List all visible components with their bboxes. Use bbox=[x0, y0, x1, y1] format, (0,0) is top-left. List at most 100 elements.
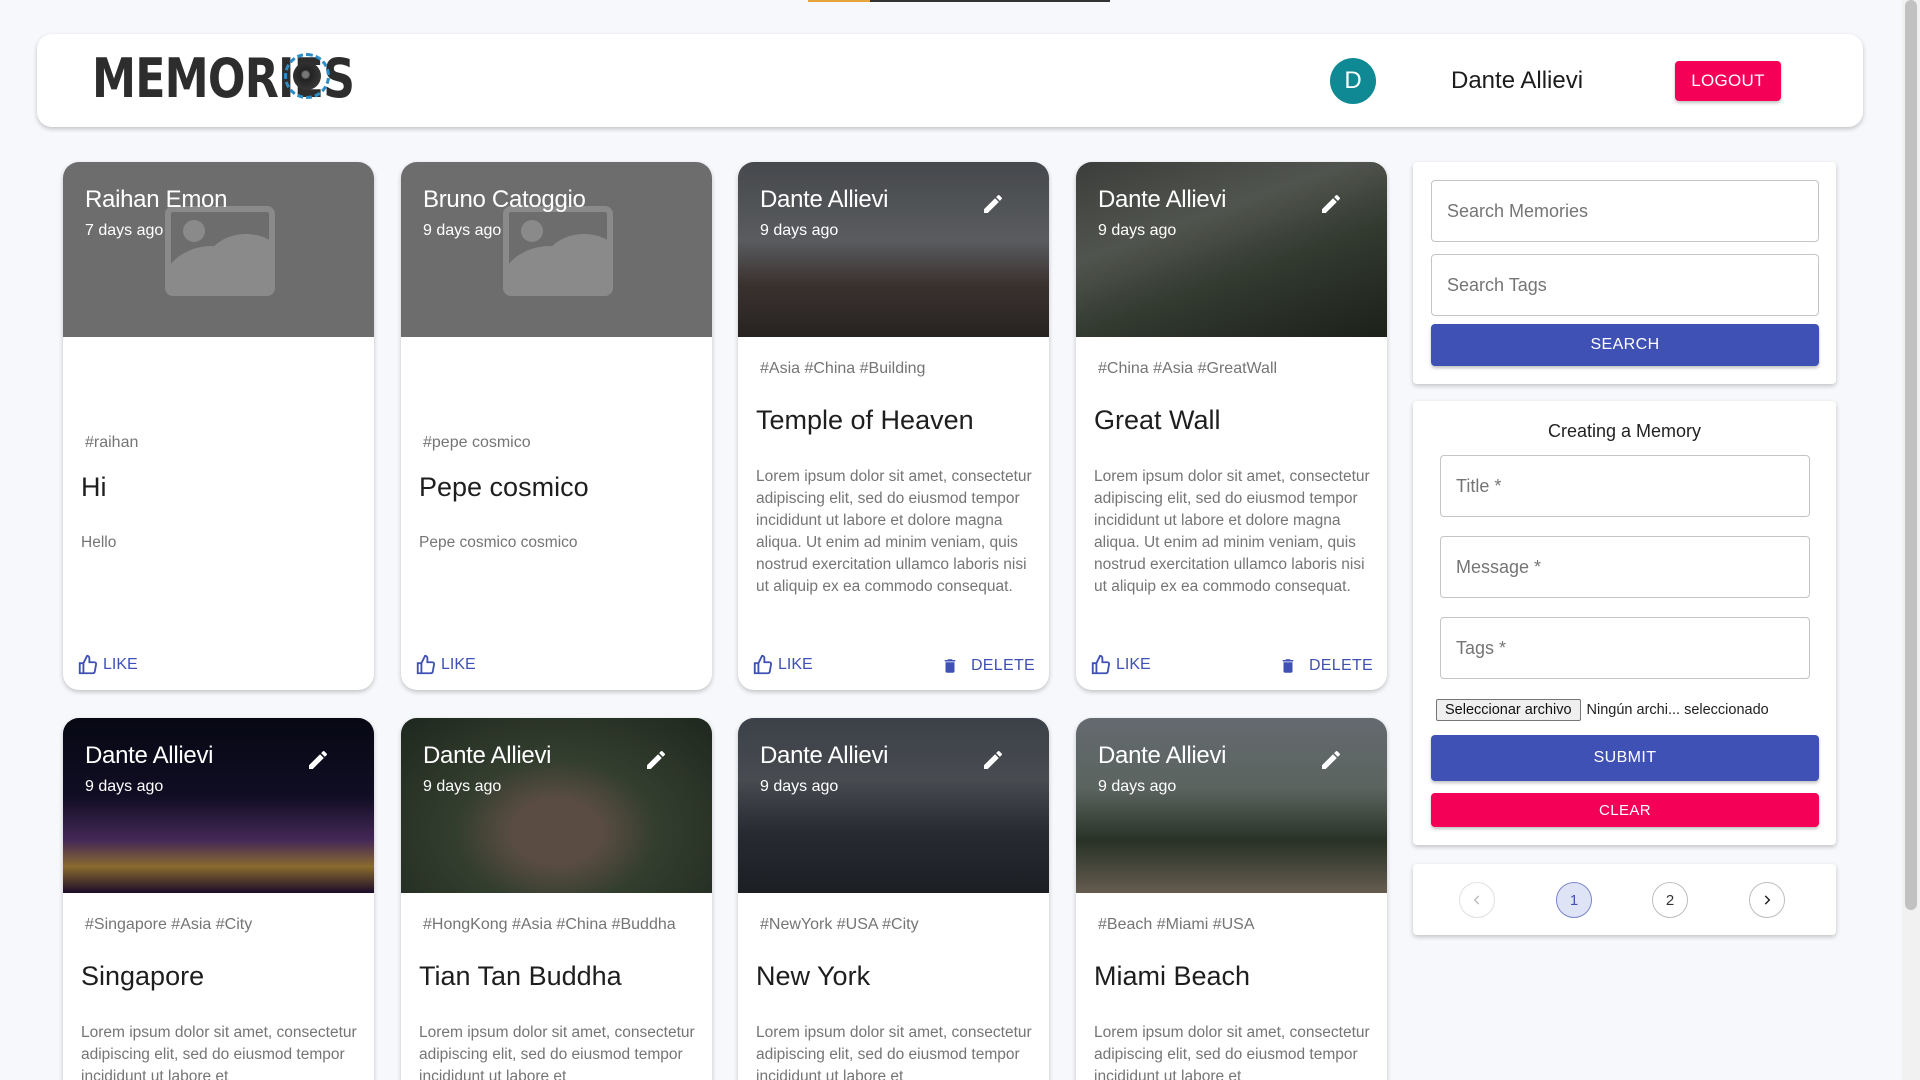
post-tags: #Beach #Miami #USA bbox=[1098, 916, 1255, 933]
post-author: Bruno Catoggio bbox=[423, 186, 586, 213]
page-button-1[interactable]: 1 bbox=[1556, 882, 1592, 918]
pencil-icon[interactable] bbox=[981, 192, 1005, 216]
post-message: Lorem ipsum dolor sit amet, consectetur … bbox=[756, 468, 1032, 595]
form-title: Creating a Memory bbox=[1547, 421, 1702, 441]
top-accent-bar bbox=[808, 0, 1110, 2]
post-image: Dante Allievi 9 days ago bbox=[1076, 162, 1387, 337]
pagination: 1 2 bbox=[1413, 864, 1836, 935]
user-name: Dante Allievi bbox=[1451, 67, 1584, 94]
post-title: Temple of Heaven bbox=[756, 405, 974, 435]
post-date: 9 days ago bbox=[1098, 778, 1177, 795]
like-label: LIKE bbox=[1116, 656, 1151, 673]
post-date: 7 days ago bbox=[85, 222, 164, 239]
post-image: Dante Allievi 9 days ago bbox=[63, 718, 374, 893]
post-image: Dante Allievi 9 days ago bbox=[401, 718, 712, 893]
file-select-button[interactable]: Seleccionar archivo bbox=[1436, 699, 1581, 721]
post-title: Miami Beach bbox=[1094, 961, 1251, 991]
search-button[interactable]: SEARCH bbox=[1431, 324, 1819, 366]
pencil-icon[interactable] bbox=[306, 748, 330, 772]
post-date: 9 days ago bbox=[85, 778, 164, 795]
chevron-left-icon bbox=[1473, 895, 1480, 905]
like-label: LIKE bbox=[441, 656, 476, 673]
search-memories-input[interactable]: Search Memories bbox=[1431, 180, 1819, 242]
post-message: Hello bbox=[81, 534, 117, 551]
post-tags: #Asia #China #Building bbox=[760, 360, 926, 377]
post-card: Dante Allievi 9 days ago #HongKong #Asia… bbox=[401, 718, 712, 1080]
post-title: Great Wall bbox=[1094, 405, 1221, 435]
post-message: Lorem ipsum dolor sit amet, consectetur … bbox=[81, 1024, 357, 1080]
post-card: Raihan Emon 7 days ago #raihan Hi Hello … bbox=[63, 162, 374, 690]
post-message: Lorem ipsum dolor sit amet, consectetur … bbox=[756, 1024, 1032, 1080]
file-status: Ningún archi... seleccionado bbox=[1586, 702, 1769, 718]
pencil-icon[interactable] bbox=[1319, 748, 1343, 772]
post-tags: #China #Asia #GreatWall bbox=[1098, 360, 1278, 377]
image-placeholder-icon bbox=[165, 206, 275, 296]
post-author: Dante Allievi bbox=[760, 186, 889, 213]
post-title: Singapore bbox=[81, 961, 205, 991]
pencil-icon[interactable] bbox=[1319, 192, 1343, 216]
pencil-icon[interactable] bbox=[981, 748, 1005, 772]
post-date: 9 days ago bbox=[1098, 222, 1177, 239]
pencil-icon[interactable] bbox=[644, 748, 668, 772]
post-tags: #raihan bbox=[85, 434, 139, 451]
post-message: Pepe cosmico cosmico bbox=[419, 534, 578, 551]
logout-button[interactable]: LOGOUT bbox=[1675, 61, 1781, 101]
post-image: Dante Allievi 9 days ago bbox=[1076, 718, 1387, 893]
post-author: Dante Allievi bbox=[760, 742, 889, 769]
trash-icon bbox=[1282, 659, 1294, 673]
post-image-placeholder: Bruno Catoggio 9 days ago bbox=[401, 162, 712, 337]
post-author: Dante Allievi bbox=[1098, 742, 1227, 769]
search-panel: Search Memories Search Tags SEARCH bbox=[1413, 162, 1836, 384]
post-message: Lorem ipsum dolor sit amet, consectetur … bbox=[419, 1024, 695, 1080]
post-date: 9 days ago bbox=[423, 222, 502, 239]
like-button[interactable]: LIKE bbox=[77, 654, 138, 676]
image-placeholder-icon bbox=[503, 206, 613, 296]
brand[interactable]: MEMORIES bbox=[92, 52, 412, 106]
submit-button[interactable]: SUBMIT bbox=[1431, 735, 1819, 781]
page-scrollbar[interactable] bbox=[1902, 0, 1920, 1080]
post-date: 9 days ago bbox=[760, 778, 839, 795]
post-tags: #HongKong #Asia #China #Buddha bbox=[423, 916, 676, 933]
post-title: Pepe cosmico bbox=[419, 472, 589, 502]
message-field[interactable]: Message * bbox=[1440, 536, 1810, 598]
post-image-placeholder: Raihan Emon 7 days ago bbox=[63, 162, 374, 337]
post-image: Dante Allievi 9 days ago bbox=[738, 162, 1049, 337]
chevron-right-icon bbox=[1764, 895, 1771, 905]
avatar: D bbox=[1330, 58, 1376, 104]
post-date: 9 days ago bbox=[760, 222, 839, 239]
title-field[interactable]: Title * bbox=[1440, 455, 1810, 517]
post-message: Lorem ipsum dolor sit amet, consectetur … bbox=[1094, 468, 1370, 595]
post-title: New York bbox=[756, 961, 871, 991]
like-button[interactable]: LIKE bbox=[1090, 654, 1151, 676]
like-button[interactable]: LIKE bbox=[415, 654, 476, 676]
delete-button[interactable]: DELETE bbox=[941, 656, 1035, 676]
thumb-up-icon bbox=[416, 654, 436, 675]
delete-label: DELETE bbox=[1308, 657, 1373, 674]
create-memory-form: Creating a Memory Title * Message * Tags… bbox=[1413, 401, 1836, 845]
page-button-2[interactable]: 2 bbox=[1652, 882, 1688, 918]
like-label: LIKE bbox=[103, 656, 138, 673]
post-tags: #NewYork #USA #City bbox=[760, 916, 919, 933]
post-title: Tian Tan Buddha bbox=[419, 961, 622, 991]
prev-page-button[interactable] bbox=[1459, 882, 1495, 918]
post-date: 9 days ago bbox=[423, 778, 502, 795]
post-image: Dante Allievi 9 days ago bbox=[738, 718, 1049, 893]
thumb-up-icon bbox=[1091, 654, 1111, 675]
file-input: Seleccionar archivo Ningún archi... sele… bbox=[1436, 699, 1769, 721]
like-label: LIKE bbox=[778, 656, 813, 673]
clear-button[interactable]: CLEAR bbox=[1431, 793, 1819, 827]
next-page-button[interactable] bbox=[1749, 882, 1785, 918]
post-tags: #Singapore #Asia #City bbox=[85, 916, 253, 933]
post-author: Raihan Emon bbox=[85, 186, 228, 213]
post-card: Dante Allievi 9 days ago #Singapore #Asi… bbox=[63, 718, 374, 1080]
post-tags: #pepe cosmico bbox=[423, 434, 531, 451]
thumb-up-icon bbox=[78, 654, 98, 675]
like-button[interactable]: LIKE bbox=[752, 654, 813, 676]
app-bar: MEMORIES D Dante Allievi LOGOUT bbox=[37, 34, 1863, 127]
post-card: Dante Allievi 9 days ago #Asia #China #B… bbox=[738, 162, 1049, 690]
delete-label: DELETE bbox=[970, 657, 1035, 674]
scrollbar-thumb[interactable] bbox=[1905, 0, 1917, 910]
search-tags-input[interactable]: Search Tags bbox=[1431, 254, 1819, 316]
tags-field[interactable]: Tags * bbox=[1440, 617, 1810, 679]
delete-button[interactable]: DELETE bbox=[1279, 656, 1373, 676]
